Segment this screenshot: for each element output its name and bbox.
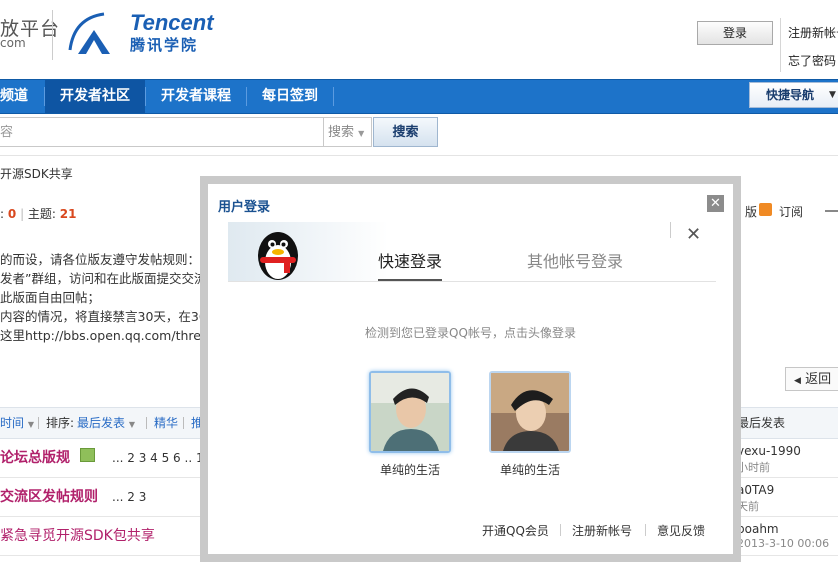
site-header: 放平台 com Tencent 腾讯学院 登录 注册新帐号 忘了密码: [0, 0, 838, 78]
last-post-user[interactable]: poahm: [737, 522, 779, 536]
tab-divider: [228, 281, 716, 282]
tencent-logo-text[interactable]: Tencent: [130, 10, 214, 36]
search-type-select[interactable]: 搜索 ▼: [323, 117, 372, 147]
nav-item-dev-community[interactable]: 开发者社区: [45, 80, 145, 113]
close-icon[interactable]: ✕: [707, 195, 724, 212]
header-divider: [183, 417, 184, 429]
search-bar: 容 搜索 ▼ 搜索: [0, 117, 838, 156]
stat-b-value: 21: [59, 207, 77, 221]
rss-icon[interactable]: [759, 203, 772, 216]
tab-other-account-login[interactable]: 其他帐号登录: [527, 248, 623, 272]
thread-pages[interactable]: ... 2 3 4 5 6 .. 19: [112, 439, 208, 477]
quick-nav-button[interactable]: 快捷导航: [749, 82, 831, 108]
open-qq-vip-link[interactable]: 开通QQ会员: [482, 522, 549, 539]
stat-a-label: :: [0, 207, 5, 221]
main-nav: 频道 开发者社区 开发者课程 每日签到: [0, 79, 838, 114]
logo-divider: [52, 10, 53, 60]
open-platform-logo-sub: com: [0, 36, 26, 50]
register-account-link[interactable]: 注册新帐号: [572, 522, 632, 539]
feedback-link[interactable]: 意见反馈: [657, 522, 705, 539]
image-attachment-icon: [80, 448, 95, 462]
detected-account-text: 检测到您已登录QQ帐号，点击头像登录: [365, 326, 576, 340]
search-button[interactable]: 搜索: [373, 117, 438, 147]
collapse-icon[interactable]: [825, 210, 838, 212]
account-option[interactable]: 单纯的生活: [369, 371, 451, 478]
thread-title[interactable]: 紧急寻觅开源SDK包共享: [0, 517, 155, 555]
header-divider: [38, 417, 39, 429]
account-option[interactable]: 单纯的生活: [489, 371, 571, 478]
sort-select[interactable]: 最后发表 ▼: [77, 408, 135, 440]
register-link[interactable]: 注册新帐号: [788, 24, 838, 41]
login-dialog: 用户登录 ✕ 快速登录 其他帐号登录 ✕ 检测到您已登录QQ帐号，点击头像登录 …: [208, 184, 733, 554]
back-button[interactable]: ◀ 返回: [785, 367, 838, 391]
subscribe-link[interactable]: 订阅: [779, 203, 803, 220]
header-divider: [780, 18, 781, 72]
chevron-down-icon[interactable]: ▼: [829, 82, 838, 108]
close-icon[interactable]: ✕: [686, 224, 701, 245]
avatar[interactable]: [369, 371, 451, 453]
account-name: 单纯的生活: [379, 463, 440, 477]
last-post-time: 小时前: [737, 461, 770, 474]
breadcrumb[interactable]: 开源SDK共享: [0, 165, 73, 182]
nav-item-channel[interactable]: 频道: [0, 80, 44, 113]
last-post-time: 2013-3-10 00:06: [737, 537, 830, 550]
thread-title[interactable]: 交流区发帖规则: [0, 478, 98, 516]
chevron-left-icon: ◀: [794, 376, 801, 386]
tab-quick-login[interactable]: 快速登录: [378, 248, 442, 272]
sort-label: 排序:: [46, 416, 75, 430]
nav-item-dev-courses[interactable]: 开发者课程: [146, 80, 246, 113]
forum-stats: : 0 | 主题: 21: [0, 207, 77, 221]
chevron-down-icon: ▼: [128, 420, 135, 429]
nav-divider: [333, 87, 334, 106]
qq-penguin-icon: [258, 232, 298, 280]
tencent-academy-emblem-icon[interactable]: [64, 10, 126, 58]
search-type-value: 搜索: [328, 125, 355, 140]
last-post-user[interactable]: vexu-1990: [737, 444, 801, 458]
dialog-title: 用户登录: [218, 200, 271, 215]
tencent-academy-text: 腾讯学院: [130, 36, 199, 54]
qq-banner: [228, 222, 388, 282]
sort-value: 最后发表: [77, 416, 126, 430]
nav-item-daily-checkin[interactable]: 每日签到: [247, 80, 333, 113]
account-name: 单纯的生活: [499, 463, 560, 477]
avatar[interactable]: [489, 371, 571, 453]
stat-b-label: 主题:: [27, 207, 56, 221]
time-filter-label: 时间: [0, 416, 25, 430]
time-filter[interactable]: 时间 ▼: [0, 408, 34, 440]
footer-divider: [645, 524, 646, 536]
footer-divider: [560, 524, 561, 536]
header-divider: [146, 417, 147, 429]
board-label-frag[interactable]: 版: [745, 203, 757, 220]
inner-divider: [670, 222, 671, 238]
digest-filter[interactable]: 精华: [154, 408, 178, 438]
chevron-down-icon: ▼: [358, 129, 365, 138]
last-post-column: 最后发表: [737, 416, 786, 430]
thread-pages[interactable]: ... 2 3: [112, 478, 146, 516]
last-post-user[interactable]: a0TA9: [737, 483, 774, 497]
forgot-password-link[interactable]: 忘了密码: [788, 52, 836, 69]
thread-title[interactable]: 论坛总版规: [0, 439, 70, 477]
login-button[interactable]: 登录: [697, 21, 773, 45]
back-label: 返回: [805, 372, 832, 387]
search-input[interactable]: 容: [0, 117, 324, 147]
stat-a-value: 0: [7, 207, 17, 221]
chevron-down-icon: ▼: [27, 420, 34, 429]
